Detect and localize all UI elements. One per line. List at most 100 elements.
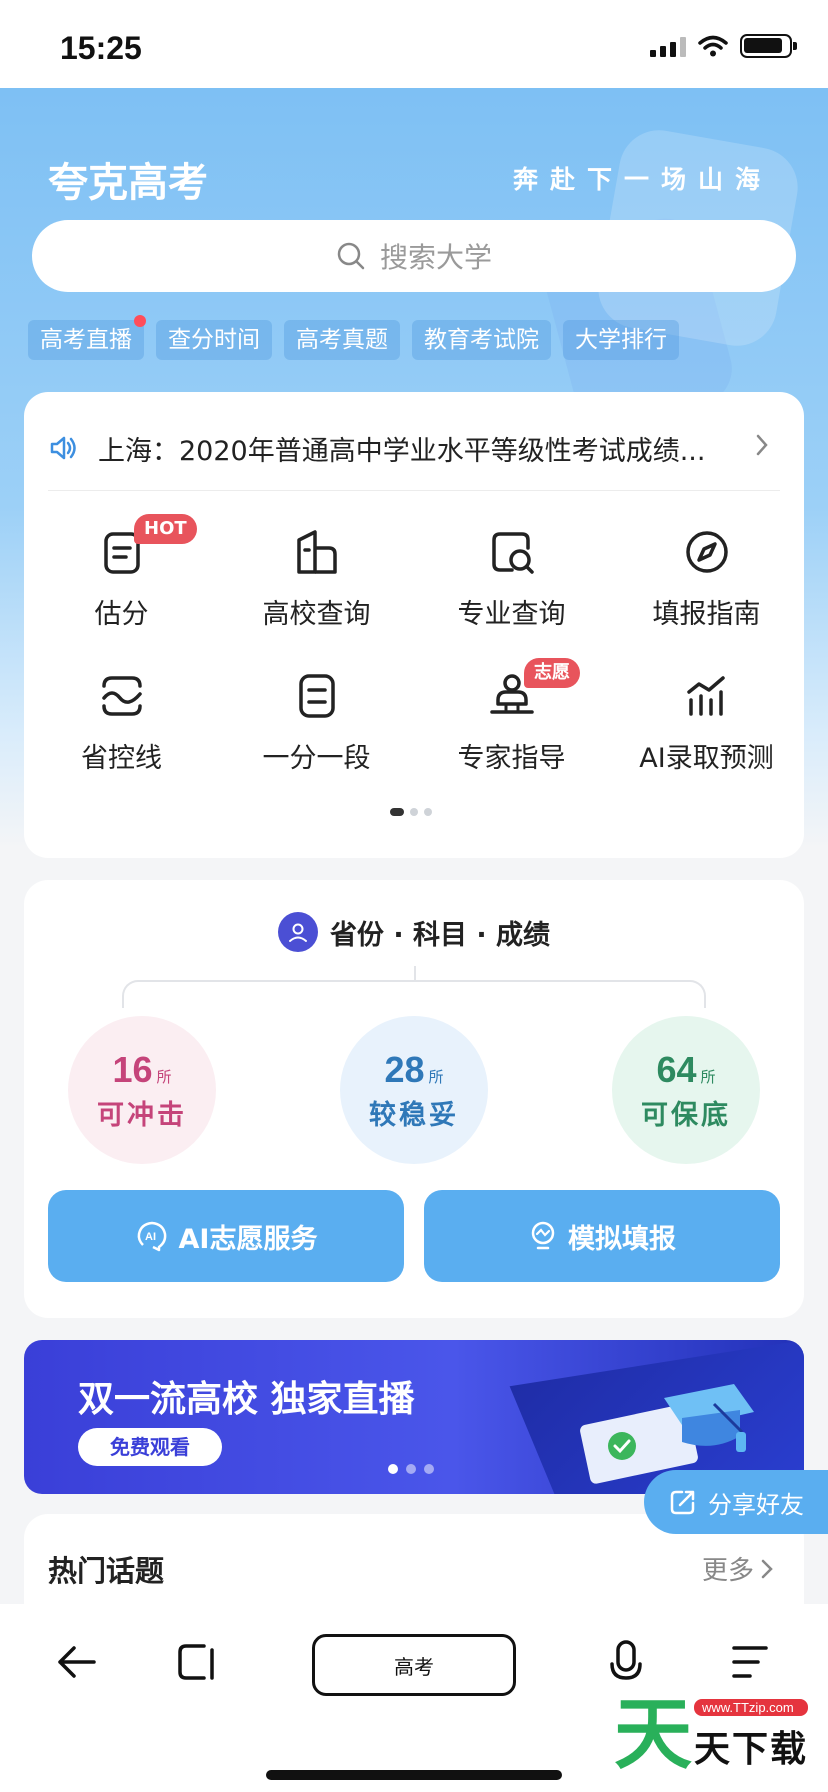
pager-dot <box>406 1464 416 1474</box>
stable-count: 28 <box>384 1048 425 1090</box>
wifi-icon <box>698 35 728 57</box>
rush-count: 16 <box>112 1048 153 1090</box>
tag-university-ranking[interactable]: 大学排行 <box>563 320 679 360</box>
divider <box>48 490 780 491</box>
share-label: 分享好友 <box>708 1490 804 1519</box>
safe-count: 64 <box>656 1048 697 1090</box>
speaker-icon <box>50 436 76 460</box>
status-bar: 15:25 <box>0 0 828 88</box>
watermark-big-char: 天 <box>613 1689 692 1780</box>
grid-label: 高校查询 <box>262 599 371 630</box>
connector-bracket <box>122 980 706 1008</box>
grid-label: AI录取预测 <box>639 743 774 774</box>
search-icon <box>337 242 365 270</box>
tag-exam-authority[interactable]: 教育考试院 <box>412 320 551 360</box>
more-link[interactable]: 更多 <box>702 1550 774 1587</box>
grid-label: 一分一段 <box>262 743 371 774</box>
status-time: 15:25 <box>60 30 142 66</box>
stable-circle[interactable]: 28 所 较稳妥 <box>340 1016 488 1164</box>
status-icons <box>650 34 797 58</box>
tag-label: 查分时间 <box>168 327 260 353</box>
svg-text:AI: AI <box>145 1231 156 1243</box>
grid-item-major[interactable]: 专业查询 <box>414 520 609 632</box>
browser-toolbar: 高考 天 www.TTzip.com 天下载 <box>0 1604 828 1792</box>
home-indicator <box>266 1770 562 1780</box>
tag-label: 高考直播 <box>40 327 132 353</box>
safe-circle[interactable]: 64 所 可保底 <box>612 1016 760 1164</box>
grid-label: 省控线 <box>81 743 162 774</box>
chevron-right-icon <box>756 434 768 456</box>
notice-text: 上海：2020年普通高中学业水平等级性考试成绩... <box>98 435 706 467</box>
hot-topics-title: 热门话题 <box>48 1554 165 1588</box>
feature-card: 上海：2020年普通高中学业水平等级性考试成绩... HOT 估分 高校查询 专… <box>24 392 804 858</box>
feature-grid: HOT 估分 高校查询 专业查询 填报指南 省控线 一分一段 志愿 专家指导 A… <box>24 514 804 776</box>
battery-icon <box>740 34 797 58</box>
signal-icon <box>650 35 686 57</box>
rush-circle[interactable]: 16 所 可冲击 <box>68 1016 216 1164</box>
major-search-icon <box>491 532 534 574</box>
tabs-icon[interactable] <box>174 1638 222 1686</box>
score-line-icon <box>101 676 142 716</box>
tag-gaokao-live[interactable]: 高考直播 <box>28 315 146 360</box>
unit-label: 所 <box>156 1067 172 1086</box>
pager-dot <box>424 1464 434 1474</box>
menu-icon[interactable] <box>728 1638 772 1686</box>
grid-label: 填报指南 <box>652 599 761 630</box>
simulate-fill-button[interactable]: 模拟填报 <box>424 1190 780 1282</box>
grid-item-guide[interactable]: 填报指南 <box>609 520 804 632</box>
share-icon <box>670 1490 695 1515</box>
grid-item-score-segment[interactable]: 一分一段 <box>219 664 414 776</box>
recommend-card: 省份 · 科目 · 成绩 16 所 可冲击 28 所 较稳妥 64 所 可保底 … <box>24 880 804 1318</box>
user-icon <box>277 912 318 952</box>
tag-score-time[interactable]: 查分时间 <box>156 320 272 360</box>
tag-label: 教育考试院 <box>424 327 539 353</box>
banner-title: 双一流高校 独家直播 <box>78 1379 415 1420</box>
bulb-icon <box>531 1221 555 1250</box>
chevron-right-icon <box>761 1559 773 1578</box>
back-arrow-icon[interactable] <box>52 1638 100 1686</box>
pager-dot <box>410 808 418 816</box>
safe-label: 可保底 <box>641 1099 731 1131</box>
grid-item-university[interactable]: 高校查询 <box>219 520 414 632</box>
ai-service-label: AI志愿服务 <box>178 1223 318 1255</box>
grid-item-score-line[interactable]: 省控线 <box>24 664 219 776</box>
search-input[interactable]: 搜索大学 <box>32 220 796 292</box>
watermark-logo: 天 www.TTzip.com 天下载 <box>614 1696 808 1774</box>
ai-service-button[interactable]: AI AI志愿服务 <box>48 1190 404 1282</box>
rush-label: 可冲击 <box>97 1099 187 1131</box>
pager-dot <box>424 808 432 816</box>
tag-label: 高考真题 <box>296 327 388 353</box>
grid-label: 估分 <box>94 599 149 630</box>
simulate-fill-label: 模拟填报 <box>568 1223 676 1255</box>
score-segment-icon <box>298 674 335 718</box>
pager-dot <box>388 1464 398 1474</box>
grid-item-estimate[interactable]: HOT 估分 <box>24 514 219 632</box>
watermark-text: 天下载 <box>693 1728 808 1770</box>
profile-selector[interactable]: 省份 · 科目 · 成绩 <box>24 912 804 952</box>
pager-dot <box>390 808 404 816</box>
microphone-icon[interactable] <box>606 1638 646 1686</box>
watch-free-button[interactable]: 免费观看 <box>78 1428 222 1466</box>
grid-item-expert[interactable]: 志愿 专家指导 <box>414 658 609 776</box>
ai-icon: AI <box>137 1221 166 1252</box>
notice-bar[interactable]: 上海：2020年普通高中学业水平等级性考试成绩... <box>48 422 780 474</box>
tag-label: 大学排行 <box>575 327 667 353</box>
quick-tags: 高考直播 查分时间 高考真题 教育考试院 大学排行 <box>28 315 679 360</box>
grid-item-ai-predict[interactable]: AI录取预测 <box>609 664 804 776</box>
watermark-url: www.TTzip.com <box>693 1698 808 1716</box>
banner-pager <box>388 1464 434 1474</box>
share-button[interactable]: 分享好友 <box>644 1470 828 1534</box>
grid-label: 专家指导 <box>457 743 566 774</box>
volunteer-badge: 志愿 <box>524 658 580 688</box>
unit-label: 所 <box>700 1067 716 1086</box>
grid-label: 专业查询 <box>457 599 566 630</box>
search-placeholder: 搜索大学 <box>379 241 492 274</box>
notification-dot <box>134 315 146 327</box>
university-icon <box>296 530 337 574</box>
more-label: 更多 <box>701 1556 754 1586</box>
tag-past-papers[interactable]: 高考真题 <box>284 320 400 360</box>
address-bar[interactable]: 高考 <box>312 1634 516 1696</box>
unit-label: 所 <box>428 1067 444 1086</box>
graduation-cap-icon <box>580 1384 754 1484</box>
grid-pager <box>390 808 432 816</box>
